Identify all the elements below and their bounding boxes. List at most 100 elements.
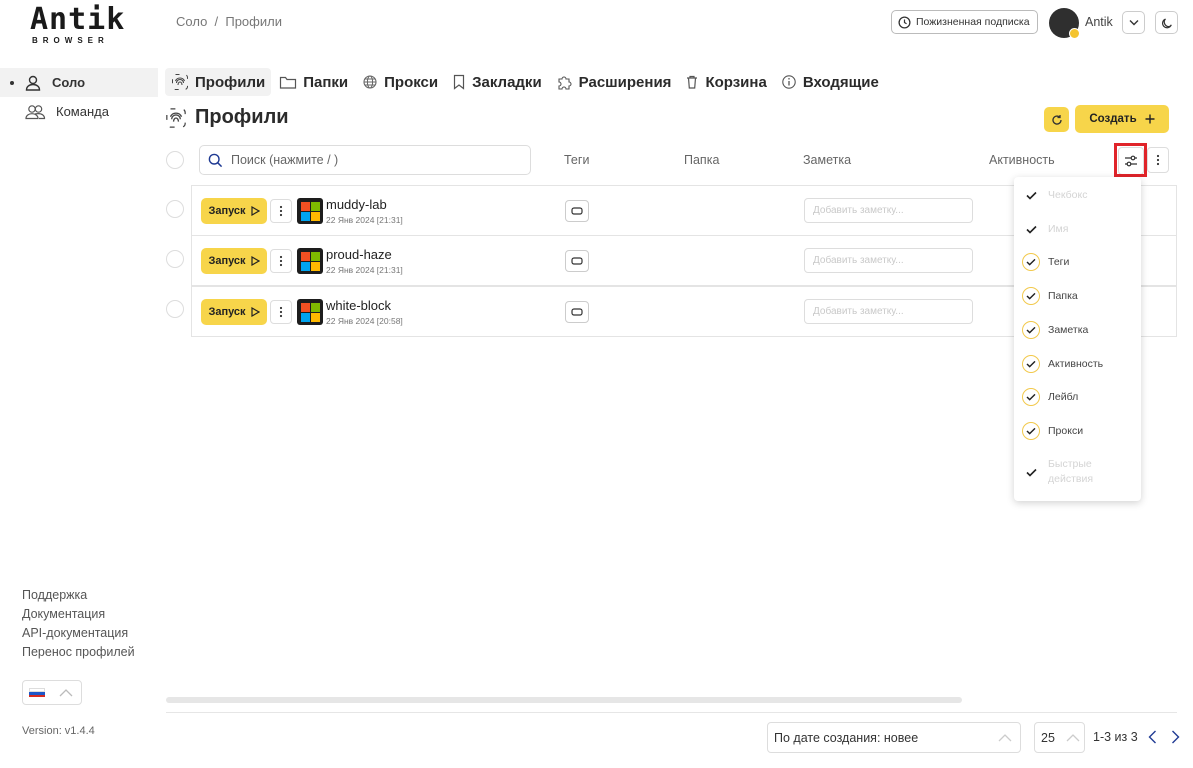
search-box[interactable] xyxy=(199,145,531,175)
row-menu-button[interactable] xyxy=(270,300,292,324)
sidebar-item-label: Команда xyxy=(56,104,109,119)
menu-item-quick-actions: Быстрые действия xyxy=(1022,457,1122,487)
transfer-profiles-link[interactable]: Перенос профилей xyxy=(22,643,135,662)
kebab-icon xyxy=(1156,154,1160,166)
tab-label: Профили xyxy=(195,73,266,91)
play-icon xyxy=(250,256,260,266)
select-all-checkbox[interactable] xyxy=(166,151,184,169)
note-field[interactable] xyxy=(804,299,973,324)
tab-extensions[interactable]: Расширения xyxy=(550,68,678,96)
tab-label: Входящие xyxy=(802,73,879,91)
column-header-activity[interactable]: Активность xyxy=(989,153,1055,167)
column-header-folder[interactable]: Папка xyxy=(684,153,719,167)
refresh-button[interactable] xyxy=(1044,107,1069,132)
main-tabs: Профили Папки Прокси Закладки Расширения… xyxy=(165,68,887,96)
tab-inbox[interactable]: Входящие xyxy=(775,68,885,96)
launch-button[interactable]: Запуск xyxy=(201,198,267,224)
menu-item-label: Теги xyxy=(1048,256,1070,268)
tag-icon xyxy=(571,257,583,265)
menu-item-activity[interactable]: Активность xyxy=(1022,355,1103,373)
kebab-icon xyxy=(279,205,283,217)
tab-folders[interactable]: Папки xyxy=(273,68,354,96)
username[interactable]: Antik xyxy=(1085,15,1113,29)
sort-select[interactable]: По дате создания: новее xyxy=(767,722,1021,753)
chevron-up-icon xyxy=(998,734,1012,742)
active-dot xyxy=(10,80,14,85)
avatar[interactable] xyxy=(1049,8,1080,39)
profile-name[interactable]: muddy-lab xyxy=(326,197,387,212)
column-header-note[interactable]: Заметка xyxy=(803,153,851,167)
tag-icon xyxy=(571,308,583,316)
logo: Antik BROWSER xyxy=(30,5,126,46)
api-docs-link[interactable]: API-документация xyxy=(22,624,135,643)
per-page-select[interactable]: 25 xyxy=(1034,722,1085,753)
search-input[interactable] xyxy=(231,153,511,167)
plus-icon xyxy=(1145,114,1155,124)
theme-toggle-button[interactable] xyxy=(1155,11,1178,34)
add-tag-button[interactable] xyxy=(565,301,589,323)
windows-icon xyxy=(297,198,323,224)
menu-item-name: Имя xyxy=(1022,220,1068,238)
ru-flag-icon xyxy=(29,688,45,697)
premium-badge-icon xyxy=(1069,28,1080,39)
bookmark-icon xyxy=(454,74,465,90)
tag-icon xyxy=(571,207,583,215)
profile-name[interactable]: white-block xyxy=(326,298,391,313)
menu-item-label: Папка xyxy=(1048,290,1078,302)
menu-item-folder[interactable]: Папка xyxy=(1022,287,1078,305)
puzzle-icon xyxy=(558,75,572,90)
profile-name[interactable]: proud-haze xyxy=(326,247,392,262)
fingerprint-icon xyxy=(172,74,188,90)
add-tag-button[interactable] xyxy=(565,250,589,272)
horizontal-scrollbar[interactable] xyxy=(166,697,962,703)
sidebar-item-team[interactable]: Команда xyxy=(0,97,158,126)
prev-page-button[interactable] xyxy=(1144,727,1160,747)
clock-icon xyxy=(898,15,911,29)
note-field[interactable] xyxy=(804,248,973,273)
docs-link[interactable]: Документация xyxy=(22,605,135,624)
menu-item-label-col[interactable]: Лейбл xyxy=(1022,388,1078,406)
tab-profiles[interactable]: Профили xyxy=(165,68,272,96)
check-icon xyxy=(1026,292,1036,300)
note-field[interactable] xyxy=(804,198,973,223)
chevron-up-icon xyxy=(1066,734,1080,742)
footer-divider xyxy=(166,712,1177,713)
check-icon xyxy=(1026,393,1036,401)
row-menu-button[interactable] xyxy=(270,199,292,223)
version-text: Version: v1.4.4 xyxy=(22,725,95,737)
subscription-label: Пожизненная подписка xyxy=(916,16,1030,28)
check-icon xyxy=(1026,326,1036,334)
column-header-tags[interactable]: Теги xyxy=(564,153,589,167)
chevron-right-icon xyxy=(1171,730,1179,744)
row-checkbox[interactable] xyxy=(166,250,184,268)
per-page-value: 25 xyxy=(1041,730,1055,745)
add-tag-button[interactable] xyxy=(565,200,589,222)
fingerprint-icon xyxy=(166,107,186,128)
row-checkbox[interactable] xyxy=(166,200,184,218)
account-dropdown-button[interactable] xyxy=(1122,11,1145,34)
table-more-button[interactable] xyxy=(1147,147,1169,173)
launch-button[interactable]: Запуск xyxy=(201,299,267,325)
language-select[interactable] xyxy=(22,680,82,705)
info-icon xyxy=(782,75,796,89)
tab-bookmarks[interactable]: Закладки xyxy=(446,68,548,96)
row-checkbox[interactable] xyxy=(166,300,184,318)
menu-item-note[interactable]: Заметка xyxy=(1022,321,1088,339)
kebab-icon xyxy=(279,306,283,318)
tab-proxy[interactable]: Прокси xyxy=(356,68,444,96)
trash-icon xyxy=(687,75,698,89)
support-link[interactable]: Поддержка xyxy=(22,586,135,605)
profile-date: 22 Янв 2024 [21:31] xyxy=(326,265,403,275)
menu-item-proxy[interactable]: Прокси xyxy=(1022,422,1083,440)
sidebar-links: Поддержка Документация API-документация … xyxy=(22,586,135,662)
subscription-button[interactable]: Пожизненная подписка xyxy=(891,10,1038,34)
launch-button[interactable]: Запуск xyxy=(201,248,267,274)
tab-trash[interactable]: Корзина xyxy=(679,68,772,96)
menu-item-label: Прокси xyxy=(1048,425,1084,437)
row-menu-button[interactable] xyxy=(270,249,292,273)
next-page-button[interactable] xyxy=(1167,727,1183,747)
check-icon xyxy=(1026,258,1036,266)
menu-item-tags[interactable]: Теги xyxy=(1022,253,1069,271)
create-profile-button[interactable]: Создать xyxy=(1075,105,1169,133)
sidebar-item-solo[interactable]: Соло xyxy=(0,68,158,97)
